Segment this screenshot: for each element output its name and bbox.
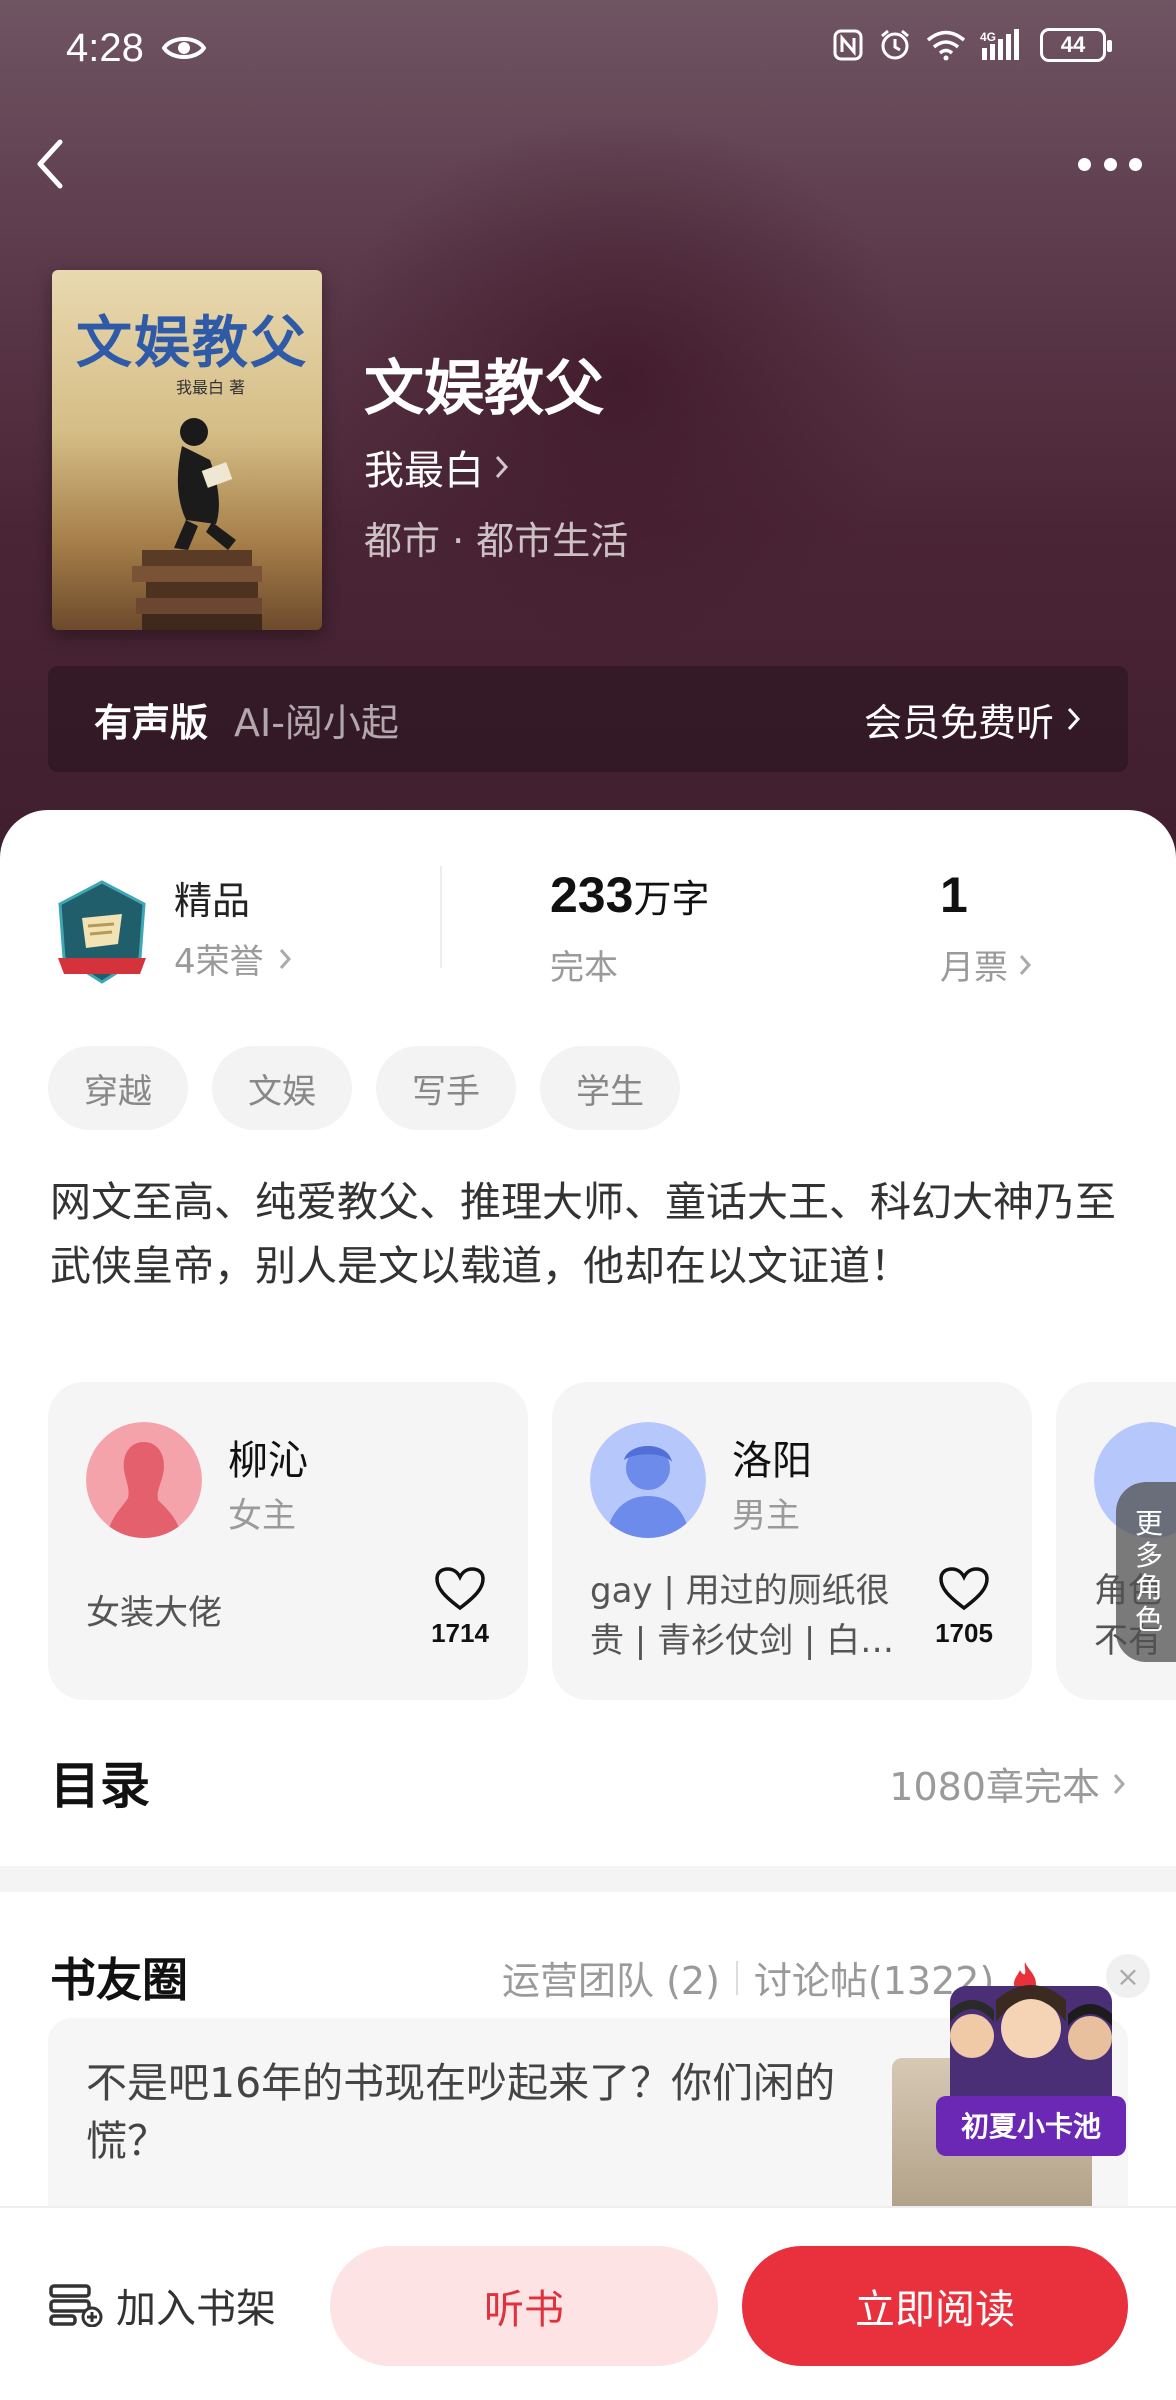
bottom-action-bar: 加入书架 听书 立即阅读 <box>0 2206 1176 2400</box>
monthly-ticket-count[interactable]: 1 <box>940 866 968 924</box>
svg-text:4G: 4G <box>980 30 996 44</box>
bookshelf-add-icon <box>49 2284 103 2327</box>
chevron-right-icon <box>1019 954 1032 975</box>
character-role: 男主 <box>732 1496 800 1536</box>
card-pool-widget[interactable]: 初夏小卡池 <box>936 1976 1126 2166</box>
table-of-contents-row[interactable]: 目录 1080章完本 <box>50 1746 1126 1826</box>
signal-icon: 4G <box>980 29 1019 60</box>
toc-info: 1080章完本 <box>889 1756 1126 1811</box>
cover-author: 我最白 著 <box>176 378 246 397</box>
monthly-ticket-label: 月票 <box>940 948 1008 988</box>
word-count: 233万字 <box>550 866 709 924</box>
hero-header: 4:28 4G 44 文娱教父 我最白 著 文娱教父 我最白 都市 · 都市生活… <box>0 0 1176 880</box>
book-title: 文娱教父 <box>364 354 604 424</box>
character-card[interactable]: 柳沁 女主 女装大佬 1714 <box>48 1382 528 1700</box>
more-options-button[interactable] <box>1078 152 1142 176</box>
monthly-ticket-link[interactable]: 月票 <box>940 940 1032 989</box>
listen-button[interactable]: 听书 <box>330 2246 718 2366</box>
alarm-icon <box>881 29 909 60</box>
back-button[interactable] <box>30 136 70 192</box>
audio-narrator: AI-阅小起 <box>234 700 399 745</box>
honor-count[interactable]: 4荣誉 <box>174 934 292 983</box>
audio-edition-bar[interactable]: 有声版 AI-阅小起 会员免费听 <box>48 666 1128 772</box>
character-like-button[interactable]: 1714 <box>430 1566 490 1649</box>
character-description: 女装大佬 <box>86 1593 222 1633</box>
dot-icon <box>1129 157 1142 171</box>
book-cover[interactable]: 文娱教父 我最白 著 <box>52 270 322 630</box>
character-avatar <box>86 1422 202 1538</box>
add-to-shelf-button[interactable]: 加入书架 <box>48 2276 276 2334</box>
dot-icon <box>1078 157 1091 171</box>
chevron-right-icon <box>279 948 291 969</box>
book-genre[interactable]: 都市 · 都市生活 <box>364 510 628 565</box>
completion-status: 完本 <box>550 948 618 988</box>
member-free-listen[interactable]: 会员免费听 <box>864 692 1082 747</box>
nfc-icon <box>833 29 863 61</box>
card-pool-label: 初夏小卡池 <box>961 2110 1101 2143</box>
honor-count-label: 4荣誉 <box>174 942 264 982</box>
tag-chip[interactable]: 穿越 <box>48 1046 188 1130</box>
heart-icon <box>939 1567 989 1611</box>
member-free-listen-label: 会员免费听 <box>863 700 1054 745</box>
tag-chip[interactable]: 写手 <box>376 1046 516 1130</box>
word-count-number: 233 <box>550 867 634 923</box>
read-now-button[interactable]: 立即阅读 <box>742 2246 1128 2366</box>
character-role: 女主 <box>228 1496 296 1536</box>
eye-icon <box>162 37 206 59</box>
author-name: 我最白 <box>364 448 484 494</box>
character-like-count: 1705 <box>935 1618 993 1648</box>
book-synopsis[interactable]: 网文至高、纯爱教父、推理大师、童话大王、科幻大神乃至武侠皇帝，别人是文以载道，他… <box>50 1170 1130 1298</box>
toc-chapter-count: 1080章完本 <box>889 1765 1100 1809</box>
add-to-shelf-label: 加入书架 <box>116 2286 276 2332</box>
character-card[interactable]: 洛阳 男主 gay | 用过的厕纸很贵 | 青衫仗剑 | 白… 1705 <box>552 1382 1032 1700</box>
character-like-count: 1714 <box>431 1618 489 1648</box>
cover-title: 文娱教父 <box>76 310 308 376</box>
more-characters-button[interactable]: 更多角色 <box>1116 1482 1176 1662</box>
post-text: 不是吧16年的书现在吵起来了？你们闲的慌？ <box>86 2059 836 2165</box>
tag-chip[interactable]: 学生 <box>540 1046 680 1130</box>
operations-team-link[interactable]: 运营团队 (2) <box>502 1950 720 2005</box>
dot-icon <box>1103 157 1117 171</box>
stat-divider <box>440 866 442 968</box>
character-name: 柳沁 <box>228 1438 308 1484</box>
status-icons: 4G 44 <box>832 28 1112 62</box>
wifi-icon <box>926 30 966 61</box>
tag-chip[interactable]: 文娱 <box>212 1046 352 1130</box>
separator <box>735 1960 738 1995</box>
audio-label: 有声版 <box>94 700 209 745</box>
character-description: gay | 用过的厕纸很贵 | 青衫仗剑 | 白… <box>590 1571 895 1661</box>
honor-title[interactable]: 精品 <box>174 870 250 925</box>
section-divider <box>0 1866 1176 1892</box>
heart-icon <box>435 1567 485 1611</box>
battery-indicator: 44 <box>1040 28 1112 62</box>
author-link[interactable]: 我最白 <box>364 438 510 496</box>
word-count-unit: 万字 <box>633 877 710 921</box>
honor-badge-icon[interactable] <box>52 878 152 988</box>
chevron-right-icon <box>1067 707 1081 731</box>
chevron-right-icon <box>495 455 509 479</box>
character-list: 柳沁 女主 女装大佬 1714 洛阳 男主 gay | 用过的厕纸很贵 | 青衫… <box>48 1382 1176 1702</box>
status-time: 4:28 <box>66 26 144 70</box>
character-avatar <box>590 1422 706 1538</box>
character-name: 洛阳 <box>732 1438 812 1484</box>
cover-figure-illustration <box>132 418 262 630</box>
chevron-right-icon <box>1113 1773 1126 1794</box>
tag-list: 穿越 文娱 写手 学生 <box>48 1046 680 1130</box>
character-like-button[interactable]: 1705 <box>934 1566 994 1649</box>
